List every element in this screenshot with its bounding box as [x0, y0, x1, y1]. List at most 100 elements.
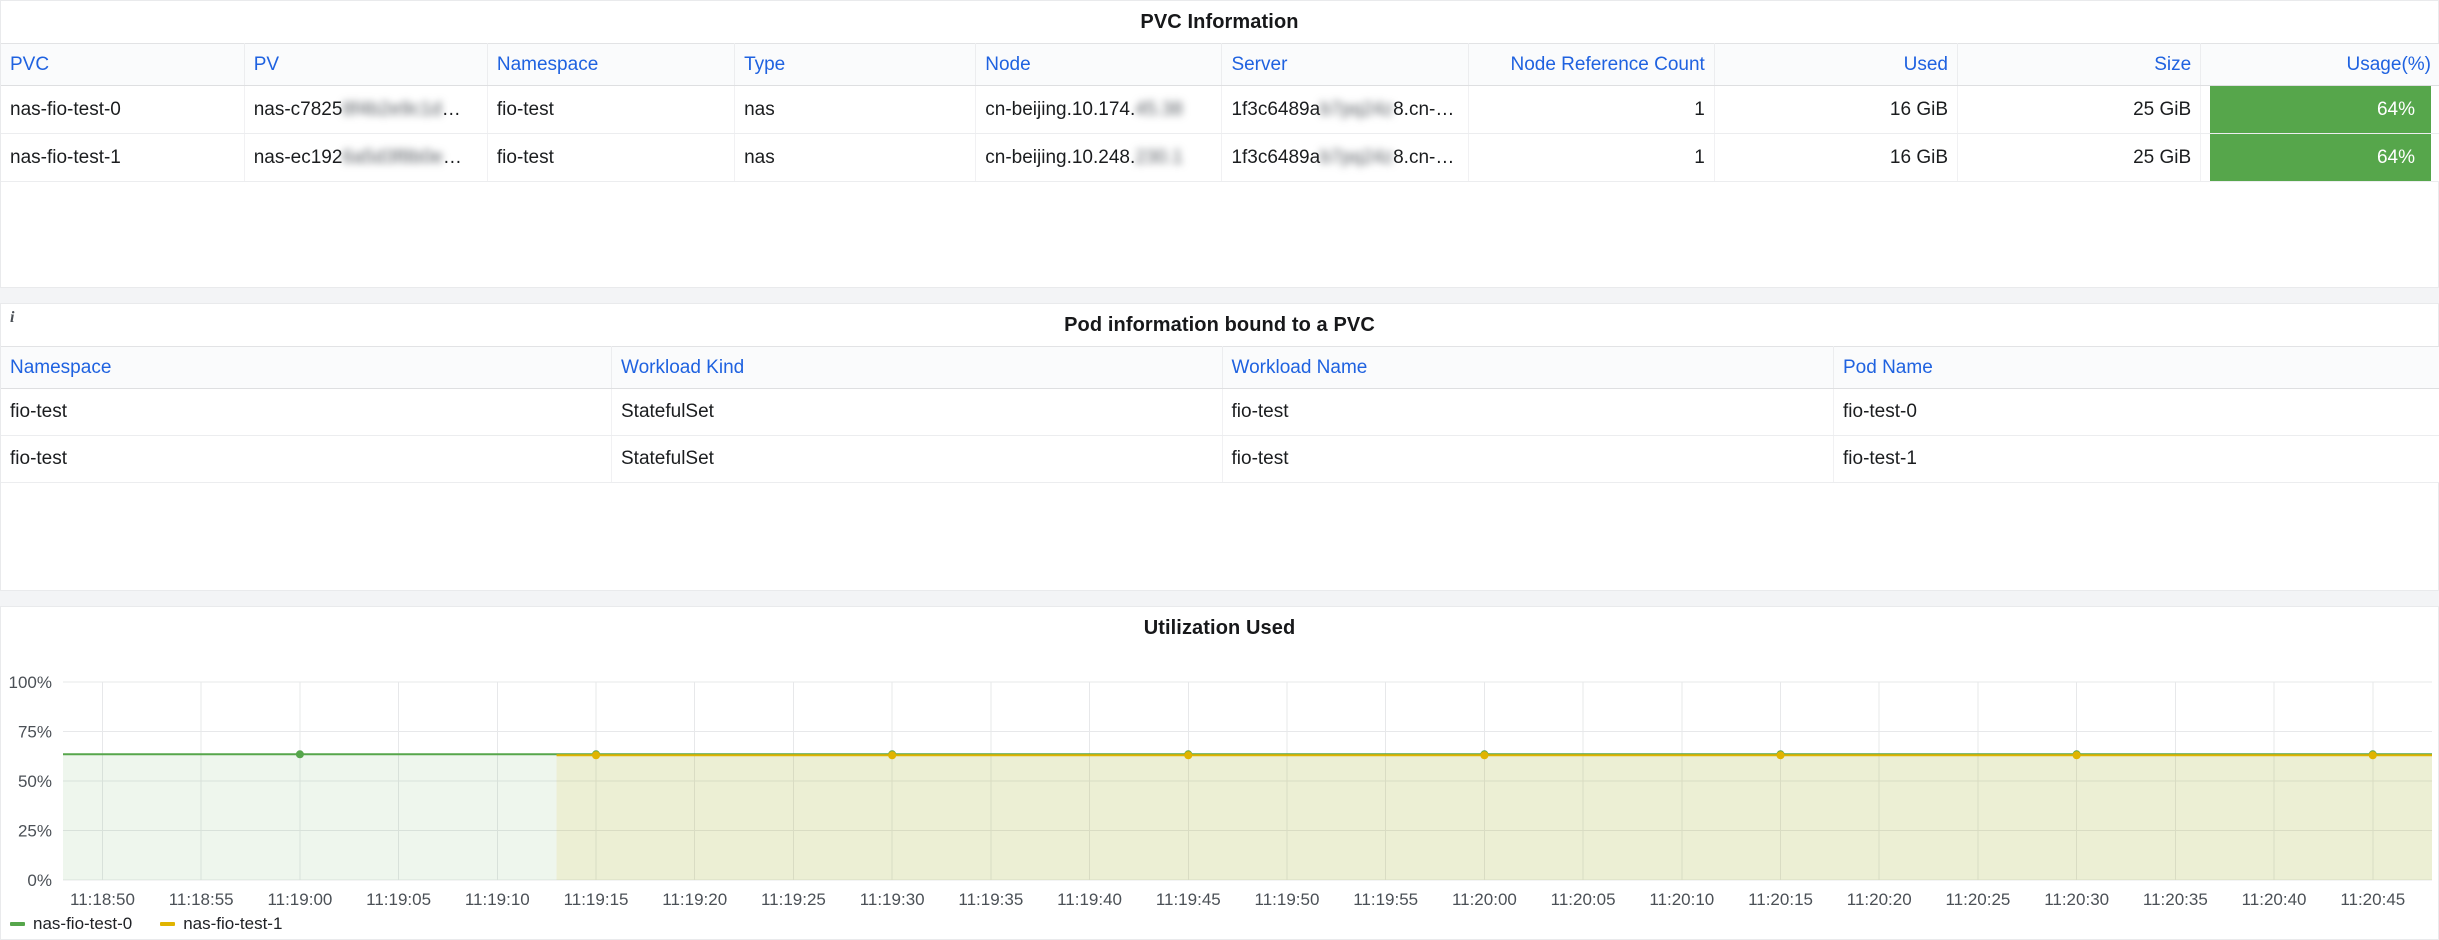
cell: 16 GiB — [1714, 85, 1959, 134]
cell-redacted: cn-beijing.10.248.230.1 — [975, 133, 1223, 182]
data-point — [2368, 751, 2377, 760]
chart-legend: nas-fio-test-0 nas-fio-test-1 — [10, 914, 282, 934]
table-row: nas-fio-test-0 nas-c78258f4b2e9c1d… fio-te… — [1, 85, 2439, 134]
cell: fio-test — [487, 133, 736, 182]
x-tick-label: 11:20:00 — [1452, 890, 1517, 909]
x-tick-label: 11:19:25 — [761, 890, 826, 909]
x-tick-label: 11:19:40 — [1057, 890, 1122, 909]
x-tick-label: 11:19:05 — [366, 890, 431, 909]
cell-text: 8.cn-b… — [1393, 146, 1465, 168]
data-point — [1184, 751, 1193, 760]
cell: nas — [734, 133, 977, 182]
column-header-node-reference-count[interactable]: Node Reference Count — [1468, 43, 1715, 86]
cell: fio-test — [1222, 388, 1834, 436]
column-header-workload-name[interactable]: Workload Name — [1222, 346, 1834, 389]
column-header-pod-name[interactable]: Pod Name — [1833, 346, 2439, 389]
cell-text: 8.cn-b… — [1393, 98, 1465, 120]
cell-usage: 64% — [2200, 133, 2439, 182]
legend-swatch — [160, 922, 176, 926]
column-header-used[interactable]: Used — [1714, 43, 1959, 86]
pod-panel-title[interactable]: Pod information bound to a PVC — [1, 304, 2438, 346]
y-tick-label: 100% — [9, 673, 52, 692]
table-header-row: PVC PV Namespace Type Node Server Node Referen… — [1, 43, 2439, 86]
series-fill-nas-fio-test-1 — [556, 755, 2432, 880]
cell-redacted: cn-beijing.10.174.45.38 — [975, 85, 1223, 134]
cell: 1 — [1468, 133, 1715, 182]
cell: fio-test — [1, 388, 612, 436]
column-header-size[interactable]: Size — [1957, 43, 2202, 86]
x-tick-label: 11:19:15 — [564, 890, 629, 909]
data-point — [295, 750, 304, 759]
data-point — [1776, 751, 1785, 760]
x-tick-label: 11:19:50 — [1255, 890, 1320, 909]
column-header-pvc[interactable]: PVC — [1, 43, 245, 86]
cell-text: … — [442, 146, 462, 168]
cell: fio-test — [487, 85, 736, 134]
redacted-text: 6a5d3f8b0e — [342, 146, 443, 168]
cell: StatefulSet — [611, 435, 1223, 483]
redacted-text: b7pq24z — [1320, 98, 1394, 120]
x-tick-label: 11:18:55 — [169, 890, 234, 909]
pvc-table: PVC PV Namespace Type Node Server Node Referen… — [1, 43, 2439, 182]
column-header-namespace[interactable]: Namespace — [1, 346, 612, 389]
data-point — [888, 751, 897, 760]
column-header-pv[interactable]: PV — [244, 43, 488, 86]
column-header-node[interactable]: Node — [975, 43, 1223, 86]
x-tick-label: 11:19:00 — [267, 890, 332, 909]
data-point — [2072, 751, 2081, 760]
y-tick-label: 75% — [18, 723, 52, 742]
legend-item-nas-fio-test-1[interactable]: nas-fio-test-1 — [160, 914, 282, 934]
cell-text: nas-c7825 — [253, 98, 343, 120]
cell-usage: 64% — [2200, 85, 2439, 134]
cell: 25 GiB — [1957, 85, 2202, 134]
x-tick-label: 11:20:40 — [2242, 890, 2307, 909]
data-point — [592, 751, 601, 760]
cell-text: nas-ec192 — [253, 146, 343, 168]
column-header-usage[interactable]: Usage(%) — [2200, 43, 2439, 86]
usage-bar: 64% — [2210, 134, 2431, 181]
legend-swatch — [10, 922, 25, 926]
pvc-panel-title[interactable]: PVC Information — [1, 1, 2438, 43]
cell: fio-test — [1, 435, 612, 483]
cell: 1 — [1468, 85, 1715, 134]
panel-pod-information: i Pod information bound to a PVC Namespa… — [0, 303, 2439, 591]
x-tick-label: 11:18:50 — [70, 890, 135, 909]
cell: fio-test-1 — [1833, 435, 2439, 483]
usage-bar: 64% — [2210, 86, 2431, 133]
cell-redacted: nas-c78258f4b2e9c1d… — [244, 85, 488, 134]
panel-pvc-information: PVC Information PVC PV Namespace Type Node Se… — [0, 0, 2439, 288]
x-tick-label: 11:19:45 — [1156, 890, 1221, 909]
cell: nas — [734, 85, 977, 134]
panel-info-icon[interactable]: i — [10, 309, 14, 327]
cell: 16 GiB — [1714, 133, 1959, 182]
cell: fio-test-0 — [1833, 388, 2439, 436]
legend-label: nas-fio-test-1 — [183, 914, 283, 933]
cell: nas-fio-test-1 — [1, 133, 245, 182]
legend-item-nas-fio-test-0[interactable]: nas-fio-test-0 — [10, 914, 132, 934]
x-tick-label: 11:20:20 — [1847, 890, 1912, 909]
data-point — [1480, 751, 1489, 760]
table-header-row: Namespace Workload Kind Workload Name Pod N… — [1, 346, 2439, 389]
column-header-server[interactable]: Server — [1221, 43, 1469, 86]
table-row: nas-fio-test-1 nas-ec1926a5d3f8b0e… fio-te… — [1, 133, 2439, 182]
cell-text: 1f3c6489a — [1231, 146, 1321, 168]
chart-panel-title[interactable]: Utilization Used — [1, 607, 2438, 649]
cell: nas-fio-test-0 — [1, 85, 245, 134]
y-tick-label: 25% — [18, 822, 52, 841]
panel-utilization-used: Utilization Used 0% 25% 50% 75% 100% 11:18:50… — [0, 606, 2439, 940]
cell-text: cn-beijing.10.248. — [985, 146, 1136, 168]
x-tick-label: 11:19:30 — [860, 890, 925, 909]
column-header-workload-kind[interactable]: Workload Kind — [611, 346, 1223, 389]
column-header-type[interactable]: Type — [734, 43, 977, 86]
y-axis-labels: 0% 25% 50% 75% 100% — [9, 673, 52, 890]
cell-text: … — [441, 98, 461, 120]
cell-redacted: nas-ec1926a5d3f8b0e… — [244, 133, 488, 182]
x-tick-label: 11:19:20 — [662, 890, 727, 909]
x-tick-label: 11:20:25 — [1945, 890, 2010, 909]
y-tick-label: 50% — [18, 772, 52, 791]
x-tick-label: 11:20:30 — [2044, 890, 2109, 909]
utilization-chart[interactable]: 0%25%50%75%100%11:18:50 11:18:55 11:19:00 1… — [1, 607, 2438, 939]
redacted-text: 45.38 — [1135, 98, 1183, 120]
column-header-namespace[interactable]: Namespace — [487, 43, 736, 86]
x-tick-label: 11:19:10 — [465, 890, 530, 909]
